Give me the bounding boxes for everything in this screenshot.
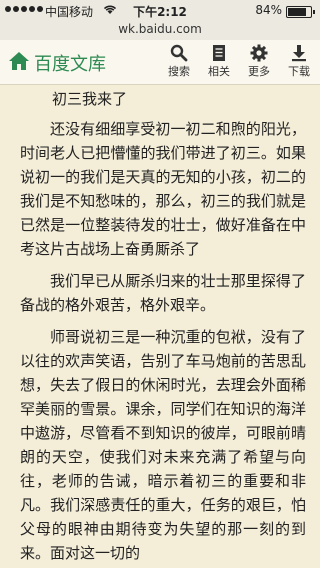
brand-title[interactable]: 百度文库	[34, 50, 106, 76]
download-button[interactable]: 下载	[282, 44, 316, 82]
download-label: 下载	[288, 65, 310, 78]
status-bar: 中国移动 下午2:12 84% wk.baidu.com	[0, 0, 320, 40]
related-label: 相关	[208, 65, 230, 78]
search-icon	[170, 44, 188, 62]
document-icon	[213, 45, 225, 61]
download-icon	[292, 45, 306, 62]
top-toolbar: 百度文库 搜索 相关 更多 下载	[0, 40, 320, 85]
article-paragraph: 我们早已从厮杀归来的壮士那里探得了备战的格外艰苦，格外艰辛。	[20, 272, 306, 314]
search-button[interactable]: 搜索	[162, 44, 196, 82]
more-button[interactable]: 更多	[242, 44, 276, 82]
article-heading: 初三我来了	[52, 90, 128, 108]
article-body: 初三我来了 还没有细细享受初一初二和煦的阳光，时间老人已把懵懂的我们带进了初三。…	[0, 85, 320, 568]
related-button[interactable]: 相关	[202, 44, 236, 82]
article-paragraph: 还没有细细享受初一初二和煦的阳光，时间老人已把懵懂的我们带进了初三。如果说初一的…	[20, 120, 306, 258]
search-label: 搜索	[168, 65, 190, 78]
home-icon[interactable]	[8, 51, 30, 71]
battery-percent: 84%	[255, 3, 282, 17]
battery-icon	[286, 6, 315, 18]
more-label: 更多	[248, 65, 270, 78]
address-url[interactable]: wk.baidu.com	[0, 22, 320, 36]
gear-icon	[250, 44, 268, 62]
article-paragraph: 师哥说初三是一种沉重的包袱，没有了以往的欢声笑语，告别了车马炮前的苦思乱想，失去…	[20, 328, 306, 562]
